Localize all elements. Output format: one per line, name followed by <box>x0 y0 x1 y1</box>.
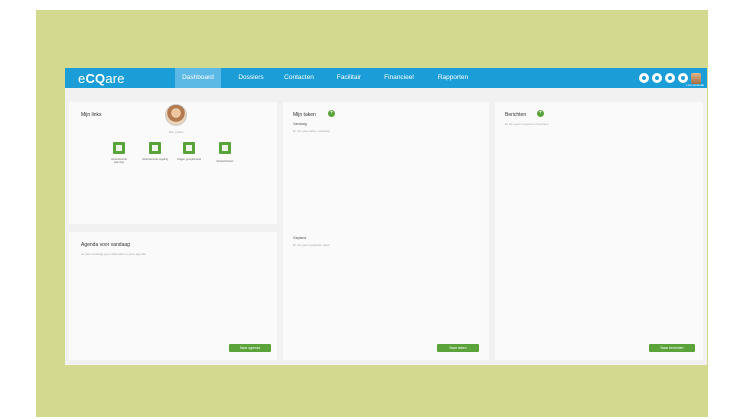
logo[interactable]: eCQare <box>78 71 125 86</box>
tasks-today-empty: Er zijn geen taken vandaag <box>293 129 330 133</box>
my-links-title: Mijn links <box>81 112 102 118</box>
tasks-card: Mijn taken + Vandaag Er zijn geen taken … <box>283 102 489 360</box>
settings-tile-icon <box>186 145 192 151</box>
agenda-card: Agenda voor vandaag Je hebt vandaag geen… <box>69 232 277 360</box>
to-agenda-button[interactable]: Naar agenda <box>229 344 271 352</box>
nav-dashboard[interactable]: Dashboard <box>175 68 221 88</box>
folder-icon <box>222 145 228 151</box>
power-icon[interactable] <box>678 73 688 83</box>
add-task-button[interactable]: + <box>328 110 335 117</box>
nav-financieel[interactable]: Financieel <box>379 68 419 88</box>
nav-rapporten[interactable]: Rapporten <box>431 68 475 88</box>
settings-tile[interactable] <box>183 142 195 154</box>
user-add-icon <box>152 145 158 151</box>
tile-label-4: Dossierbeheer <box>216 160 234 163</box>
logo-text-post: are <box>105 71 125 86</box>
agenda-empty-text: Je hebt vandaag geen afspraken in jouw a… <box>81 252 146 256</box>
tile-label-3: Vragen geregistreerd <box>176 158 202 161</box>
messages-empty-text: Er zijn geen ongelezen berichten <box>505 122 549 126</box>
user-name: Lisa Verwaak <box>686 83 704 87</box>
messages-card: Berichten + Er zijn geen ongelezen beric… <box>495 102 703 360</box>
add-message-button[interactable]: + <box>537 110 544 117</box>
help-icon[interactable] <box>665 73 675 83</box>
to-tasks-button[interactable]: Naar taken <box>437 344 479 352</box>
tasks-planned-label: Gepland <box>293 236 307 240</box>
profile-avatar[interactable] <box>165 104 187 126</box>
tasks-title: Mijn taken <box>293 112 316 118</box>
tasks-planned-empty: Er zijn geen geplande taken <box>293 243 331 247</box>
tile-label-2: Verantwoorde regeling <box>142 158 168 161</box>
my-links-card: Mijn links Mijn profiel Verantwoorde pla… <box>69 102 277 224</box>
nav-contacten[interactable]: Contacten <box>279 68 319 88</box>
app-window: eCQare Dashboard Dossiers Contacten Faci… <box>65 68 707 365</box>
agenda-title: Agenda voor vandaag <box>81 242 130 248</box>
top-navigation-bar: eCQare Dashboard Dossiers Contacten Faci… <box>65 68 707 88</box>
calendar-tile[interactable] <box>113 142 125 154</box>
messages-title: Berichten <box>505 112 527 118</box>
to-messages-button[interactable]: Naar berichten <box>649 344 695 352</box>
logo-text-mid: CQ <box>85 71 106 86</box>
user-add-tile[interactable] <box>149 142 161 154</box>
folder-tile[interactable] <box>219 142 231 154</box>
calendar-icon <box>116 145 122 151</box>
mail-icon[interactable] <box>652 73 662 83</box>
tile-label-1: Verantwoorde planning <box>110 158 127 164</box>
nav-facilitair[interactable]: Facilitair <box>331 68 367 88</box>
profile-label[interactable]: Mijn profiel <box>165 130 187 134</box>
settings-icon[interactable] <box>639 73 649 83</box>
nav-dossiers[interactable]: Dossiers <box>231 68 271 88</box>
tasks-today-label: Vandaag <box>293 122 307 126</box>
user-avatar[interactable] <box>691 72 701 84</box>
